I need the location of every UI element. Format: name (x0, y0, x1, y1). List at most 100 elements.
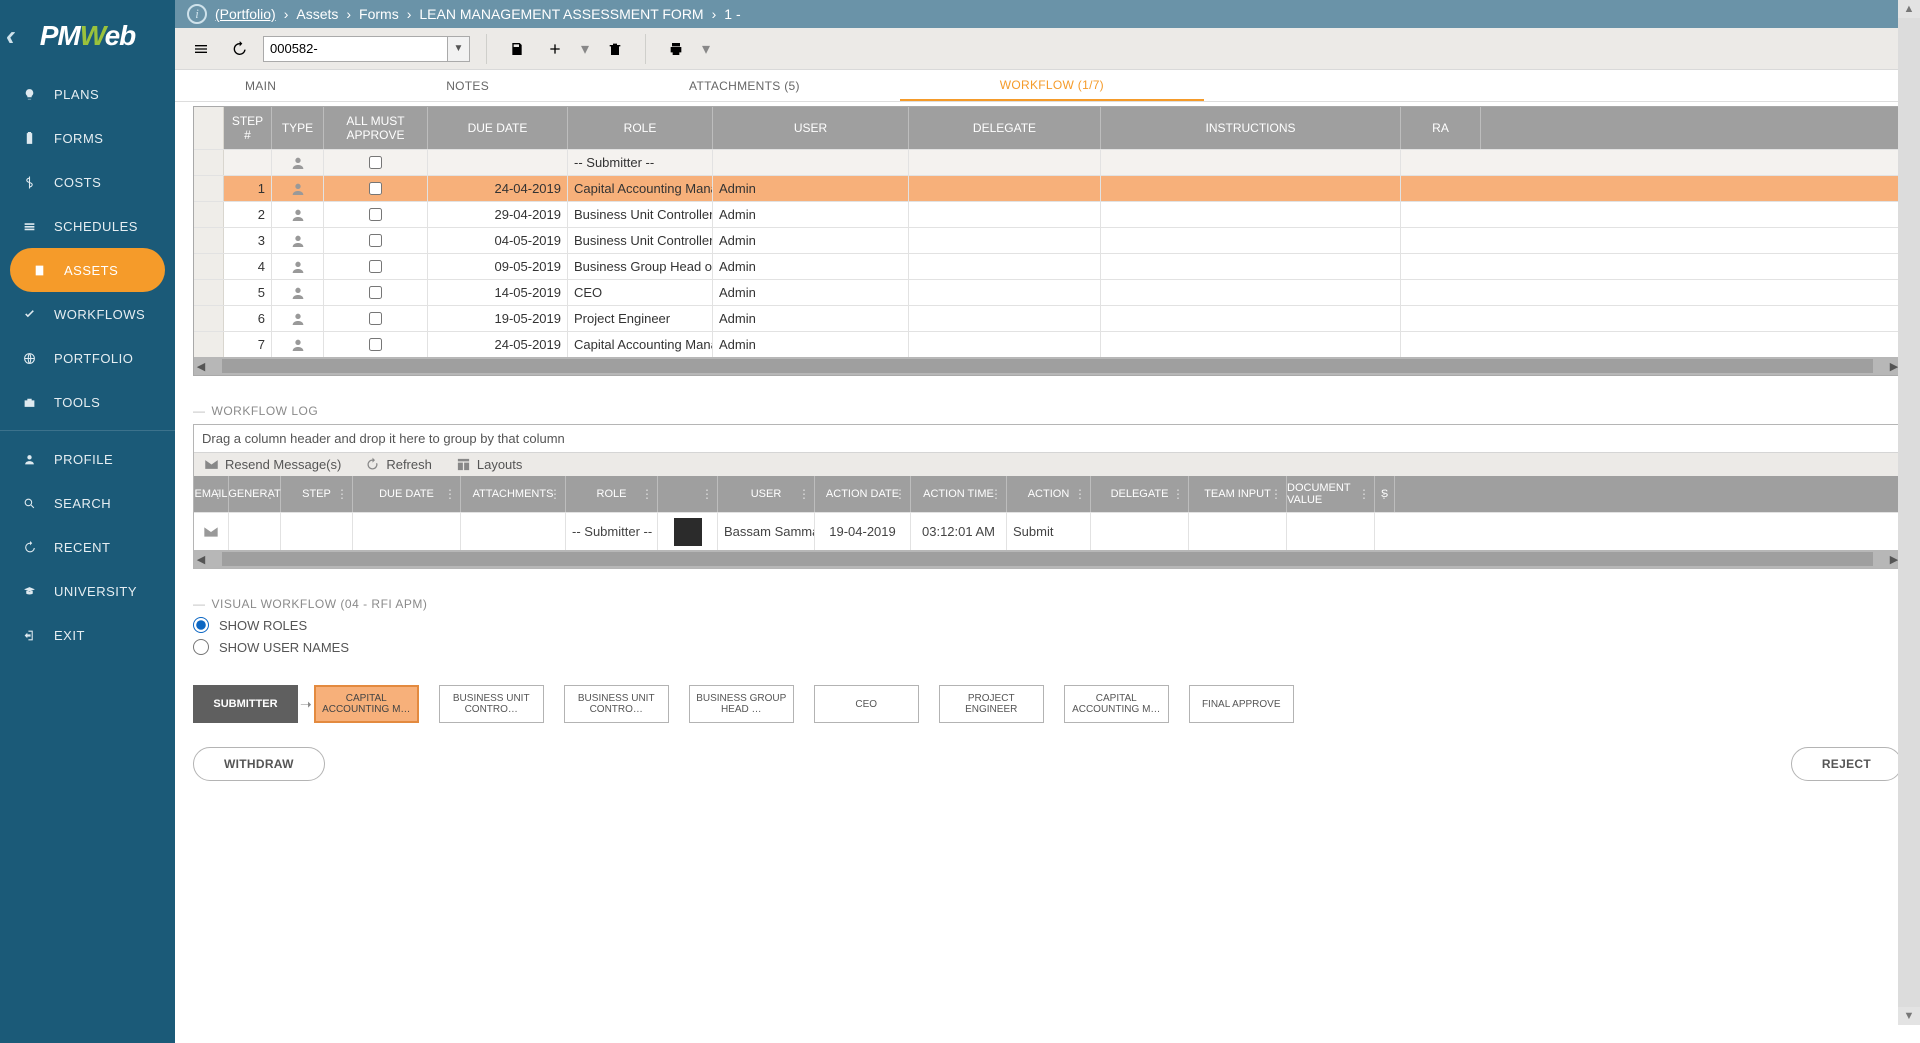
log-header[interactable]: DOCUMENT VALUE⋮ (1287, 476, 1375, 512)
tab-workflow[interactable]: WORKFLOW (1/7) (900, 70, 1204, 101)
sidebar-item-label: PLANS (54, 87, 99, 102)
sidebar-item-assets[interactable]: ASSETS (10, 248, 165, 292)
record-select-dropdown[interactable]: ▼ (448, 36, 470, 62)
workflow-node[interactable]: SUBMITTER (193, 685, 298, 723)
table-row[interactable]: 514-05-2019CEOAdmin (194, 279, 1901, 305)
sidebar-item-label: UNIVERSITY (54, 584, 137, 599)
all-approve-checkbox[interactable] (369, 260, 382, 273)
workflow-node[interactable]: FINAL APPROVE (1189, 685, 1294, 723)
bulb-icon (20, 85, 38, 103)
grid-header[interactable]: DUE DATE (428, 107, 568, 149)
grid-header[interactable]: TYPE (272, 107, 324, 149)
breadcrumb-form[interactable]: LEAN MANAGEMENT ASSESSMENT FORM (419, 6, 703, 22)
resend-button[interactable]: Resend Message(s) (204, 457, 341, 472)
all-approve-checkbox[interactable] (369, 234, 382, 247)
toolbar-divider (486, 34, 487, 64)
grid-hscroll[interactable]: ◀▶ (194, 357, 1901, 375)
log-hscroll[interactable]: ◀▶ (194, 550, 1901, 568)
delete-icon[interactable] (601, 35, 629, 63)
log-header[interactable]: STEP⋮ (281, 476, 353, 512)
history-icon[interactable] (225, 35, 253, 63)
all-approve-checkbox[interactable] (369, 182, 382, 195)
save-icon[interactable] (503, 35, 531, 63)
grid-header[interactable]: ALL MUST APPROVE (324, 107, 428, 149)
grid-header[interactable]: INSTRUCTIONS (1101, 107, 1401, 149)
table-row[interactable]: 229-04-2019Business Unit ControllerAdmin (194, 201, 1901, 227)
log-header[interactable]: S⋮ (1375, 476, 1395, 512)
withdraw-button[interactable]: WITHDRAW (193, 747, 325, 781)
grid-header[interactable]: RA (1401, 107, 1481, 149)
sidebar-item-plans[interactable]: PLANS (0, 72, 175, 116)
breadcrumb-forms[interactable]: Forms (359, 6, 399, 22)
sidebar-item-recent[interactable]: RECENT (0, 525, 175, 569)
workflow-node[interactable]: BUSINESS UNIT CONTRO… (564, 685, 669, 723)
sidebar-item-exit[interactable]: EXIT (0, 613, 175, 657)
grid-handle-col (194, 107, 224, 149)
log-header[interactable]: GENERAT⋮ (229, 476, 281, 512)
sidebar-item-schedules[interactable]: SCHEDULES (0, 204, 175, 248)
workflow-node[interactable]: PROJECT ENGINEER (939, 685, 1044, 723)
log-header[interactable]: USER⋮ (718, 476, 815, 512)
log-header[interactable]: DELEGATE⋮ (1091, 476, 1189, 512)
workflow-node[interactable]: CAPITAL ACCOUNTING M… (314, 685, 419, 723)
window-vscroll[interactable]: ▲▼ (1898, 0, 1920, 1025)
sidebar-item-university[interactable]: UNIVERSITY (0, 569, 175, 613)
table-row[interactable]: 724-05-2019Capital Accounting ManageAdmi… (194, 331, 1901, 357)
workflow-node[interactable]: CAPITAL ACCOUNTING M… (1064, 685, 1169, 723)
tab-notes[interactable]: NOTES (346, 70, 589, 101)
sidebar-item-tools[interactable]: TOOLS (0, 380, 175, 424)
table-row[interactable]: -- Submitter -- (194, 149, 1901, 175)
log-header[interactable]: ACTION DATE⋮ (815, 476, 911, 512)
workflow-node[interactable]: CEO (814, 685, 919, 723)
visual-workflow: SUBMITTER➝CAPITAL ACCOUNTING M…BUSINESS … (193, 685, 1902, 723)
breadcrumb-portfolio[interactable]: (Portfolio) (215, 6, 276, 22)
table-row[interactable]: 619-05-2019Project EngineerAdmin (194, 305, 1901, 331)
sidebar-item-portfolio[interactable]: PORTFOLIO (0, 336, 175, 380)
sidebar-item-costs[interactable]: COSTS (0, 160, 175, 204)
record-select-input[interactable] (263, 36, 448, 62)
log-header[interactable]: DUE DATE⋮ (353, 476, 461, 512)
sidebar-item-workflows[interactable]: WORKFLOWS (0, 292, 175, 336)
log-header[interactable]: ACTION⋮ (1007, 476, 1091, 512)
tab-attachments[interactable]: ATTACHMENTS (5) (589, 70, 900, 101)
table-row[interactable]: 409-05-2019Business Group Head of FiAdmi… (194, 253, 1901, 279)
refresh-button[interactable]: Refresh (365, 457, 432, 472)
sidebar-item-forms[interactable]: FORMS (0, 116, 175, 160)
show-roles-radio[interactable]: SHOW ROLES (193, 617, 1902, 633)
breadcrumb-assets[interactable]: Assets (296, 6, 338, 22)
sidebar-item-label: RECENT (54, 540, 110, 555)
all-approve-checkbox[interactable] (369, 156, 382, 169)
tab-main[interactable]: MAIN (175, 70, 346, 101)
log-header[interactable]: EMAIL⋮ (194, 476, 229, 512)
workflow-node[interactable]: BUSINESS UNIT CONTRO… (439, 685, 544, 723)
add-icon[interactable] (541, 35, 569, 63)
log-header[interactable]: ATTACHMENTS⋮ (461, 476, 566, 512)
grid-header[interactable]: DELEGATE (909, 107, 1101, 149)
reject-button[interactable]: REJECT (1791, 747, 1902, 781)
table-row[interactable]: 124-04-2019Capital Accounting ManageAdmi… (194, 175, 1901, 201)
sidebar-item-search[interactable]: SEARCH (0, 481, 175, 525)
print-icon[interactable] (662, 35, 690, 63)
grid-header[interactable]: STEP # (224, 107, 272, 149)
add-dropdown-icon[interactable]: ▾ (579, 35, 591, 63)
workflow-node[interactable]: BUSINESS GROUP HEAD … (689, 685, 794, 723)
print-dropdown-icon[interactable]: ▾ (700, 35, 712, 63)
show-users-radio[interactable]: SHOW USER NAMES (193, 639, 1902, 655)
all-approve-checkbox[interactable] (369, 338, 382, 351)
grid-header[interactable]: ROLE (568, 107, 713, 149)
all-approve-checkbox[interactable] (369, 312, 382, 325)
table-row[interactable]: 304-05-2019Business Unit ControllerAdmin (194, 227, 1901, 253)
info-icon[interactable]: i (187, 4, 207, 24)
log-header[interactable]: ⋮ (658, 476, 718, 512)
person-icon (290, 233, 306, 249)
log-header[interactable]: ROLE⋮ (566, 476, 658, 512)
list-icon[interactable] (187, 35, 215, 63)
all-approve-checkbox[interactable] (369, 208, 382, 221)
log-header[interactable]: TEAM INPUT⋮ (1189, 476, 1287, 512)
log-header[interactable]: ACTION TIME⋮ (911, 476, 1007, 512)
layouts-button[interactable]: Layouts (456, 457, 523, 472)
log-group-hint[interactable]: Drag a column header and drop it here to… (194, 425, 1901, 453)
grid-header[interactable]: USER (713, 107, 909, 149)
all-approve-checkbox[interactable] (369, 286, 382, 299)
sidebar-item-profile[interactable]: PROFILE (0, 437, 175, 481)
